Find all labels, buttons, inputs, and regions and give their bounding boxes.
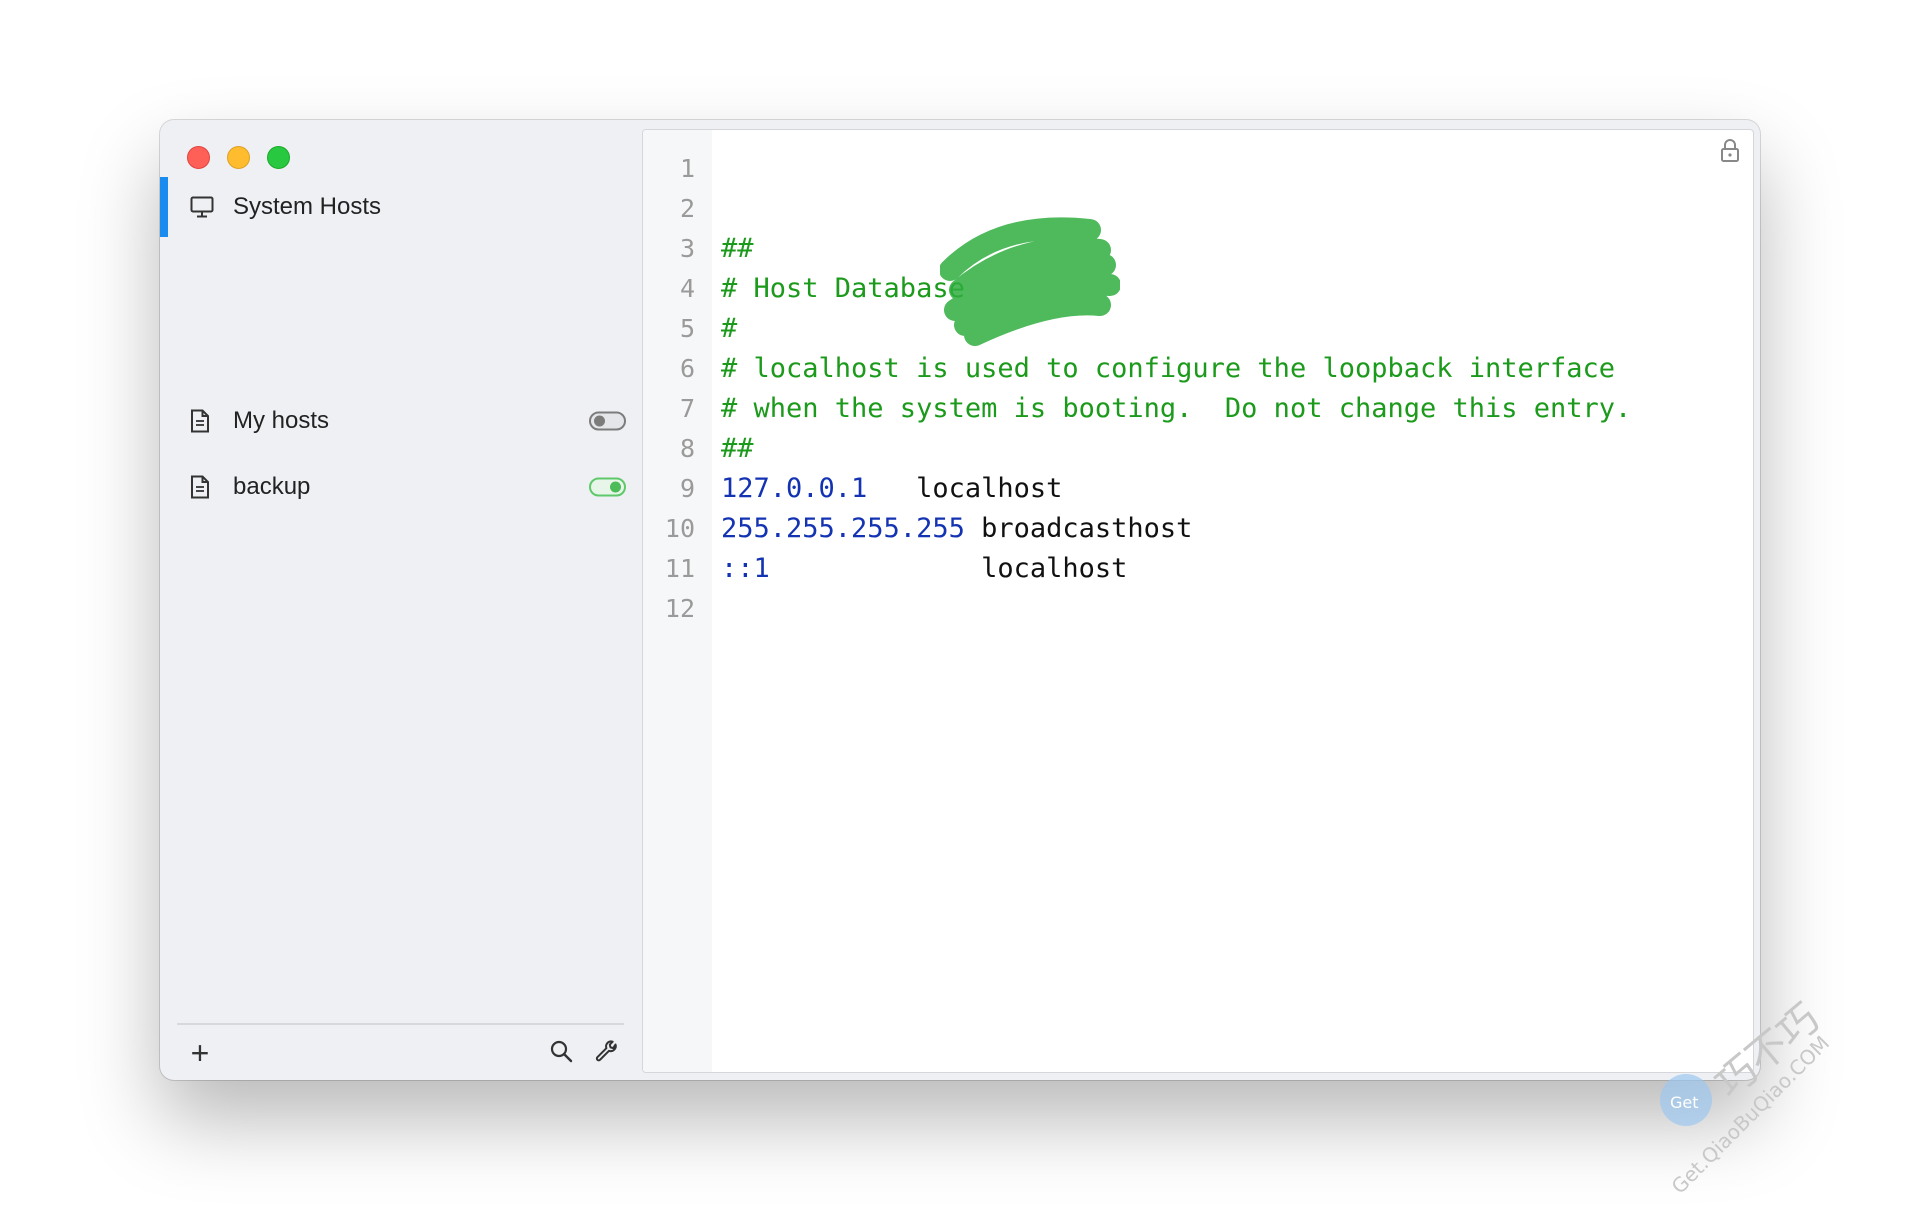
comment-text: ## — [721, 233, 754, 264]
code-line: 7 # when the system is booting. Do not ch… — [643, 389, 1743, 429]
backup-toggle[interactable] — [589, 477, 626, 497]
search-icon — [549, 1039, 573, 1068]
add-button[interactable]: + — [185, 1035, 215, 1071]
code-line: 3 ## — [643, 229, 1743, 269]
wrench-icon — [595, 1039, 619, 1068]
toggle-knob — [594, 415, 605, 427]
search-button[interactable] — [546, 1038, 576, 1068]
hostname: broadcasthost — [964, 513, 1193, 544]
window-controls — [187, 146, 290, 169]
ip-address: ::1 — [721, 553, 770, 584]
settings-button[interactable] — [592, 1038, 622, 1068]
hostname: localhost — [769, 553, 1128, 584]
line-number: 3 — [679, 234, 695, 263]
line-number: 2 — [679, 194, 695, 223]
app-window: System Hosts My hosts backup + 1 2 3 ## … — [160, 120, 1760, 1080]
ip-address: 127.0.0.1 — [721, 473, 868, 504]
monitor-icon — [190, 196, 214, 218]
document-icon — [190, 409, 210, 433]
line-number: 8 — [679, 434, 695, 463]
toggle-knob — [610, 481, 621, 493]
sidebar-item-my-hosts[interactable]: My hosts — [160, 391, 643, 451]
sidebar-item-label: backup — [233, 473, 311, 500]
host-entry: ::1 localhost — [721, 549, 1127, 589]
line-number: 4 — [679, 274, 695, 303]
hosts-editor[interactable]: 1 2 3 ## 4 # Host Database 5 #6 # localhost is u… — [642, 129, 1754, 1073]
zoom-button[interactable] — [267, 146, 290, 169]
host-entry: 255.255.255.255 broadcasthost — [721, 509, 1192, 549]
line-number: 10 — [664, 514, 695, 543]
comment-text: # localhost is used to configure the loo… — [721, 353, 1616, 384]
line-number: 9 — [679, 474, 695, 503]
code-line: 8 ## — [643, 429, 1743, 469]
code-line: 2 — [643, 189, 1743, 229]
sidebar-item-backup[interactable]: backup — [160, 457, 643, 517]
sidebar-item-label: System Hosts — [233, 193, 382, 220]
comment-text: ## — [721, 433, 754, 464]
sidebar-divider — [177, 1023, 624, 1025]
my-hosts-toggle[interactable] — [589, 411, 626, 431]
line-number: 7 — [679, 394, 695, 423]
comment-text: # when the system is booting. Do not cha… — [721, 393, 1632, 424]
code-line: 9 127.0.0.1 localhost — [643, 469, 1743, 509]
code-line: 4 # Host Database — [643, 269, 1743, 309]
code-line: 11::1 localhost — [643, 549, 1743, 589]
document-icon — [190, 475, 210, 499]
host-entry: 127.0.0.1 localhost — [721, 469, 1062, 509]
sidebar-item-system-hosts[interactable]: System Hosts — [160, 177, 643, 237]
line-number: 12 — [664, 594, 695, 623]
close-button[interactable] — [187, 146, 210, 169]
watermark-badge: Get — [1670, 1093, 1699, 1112]
code-line: 12 — [643, 589, 1743, 629]
comment-text: # — [721, 313, 738, 344]
line-number: 11 — [664, 554, 695, 583]
lock-icon[interactable] — [1719, 138, 1741, 169]
minimize-button[interactable] — [227, 146, 250, 169]
code-line: 10 255.255.255.255 broadcasthost — [643, 509, 1743, 549]
code-line: 5 # — [643, 309, 1743, 349]
hostname: localhost — [867, 473, 1063, 504]
code-line: 1 — [643, 149, 1743, 189]
comment-text: # Host Database — [721, 273, 965, 304]
line-number: 6 — [679, 354, 695, 383]
ip-address: 255.255.255.255 — [721, 513, 965, 544]
line-number: 5 — [679, 314, 695, 343]
code-line: 6 # localhost is used to configure the lo… — [643, 349, 1743, 389]
line-number: 1 — [679, 154, 695, 183]
sidebar: System Hosts My hosts backup + — [160, 120, 643, 1080]
sidebar-item-label: My hosts — [233, 407, 330, 434]
